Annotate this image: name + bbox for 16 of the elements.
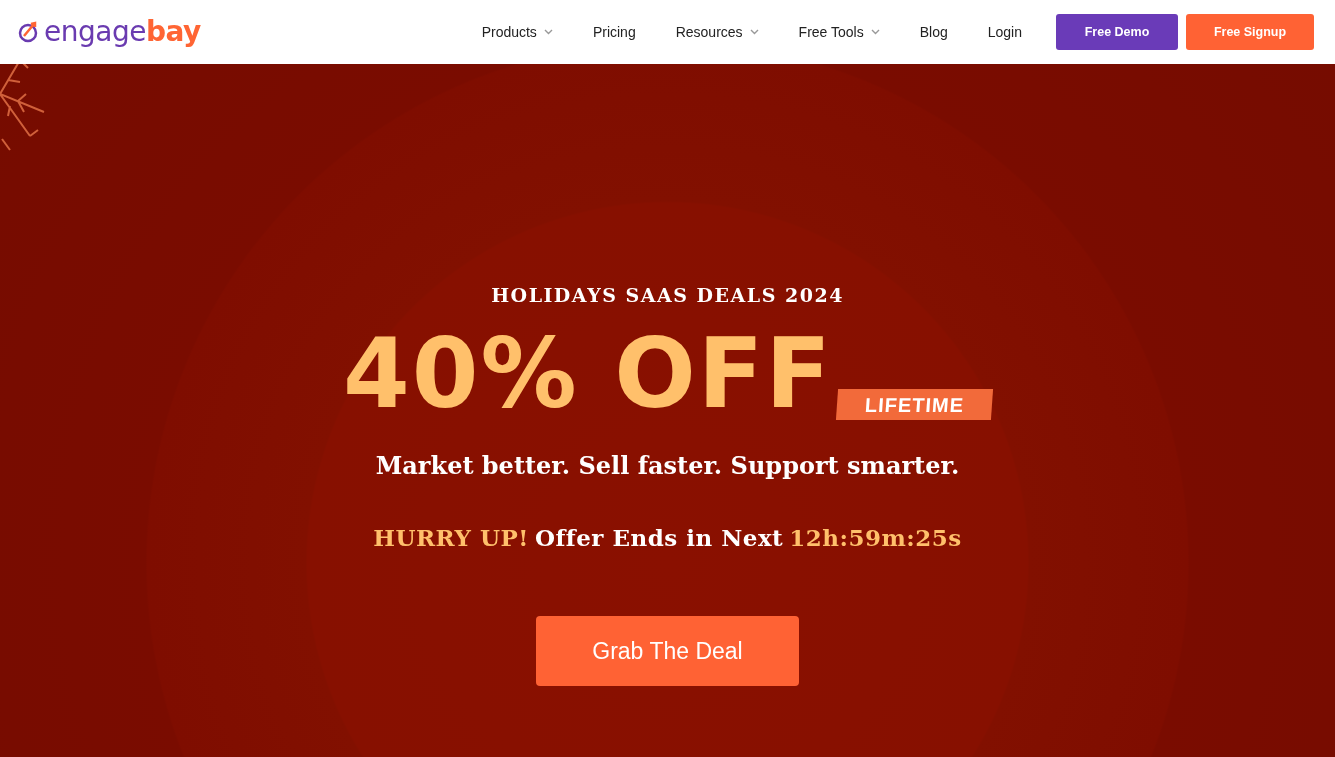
demo-button[interactable]: Free Demo [1056, 14, 1178, 50]
nav-link[interactable]: Free Tools [798, 21, 880, 43]
nav-link[interactable]: Login [987, 21, 1022, 43]
tagline: Market better. Sell faster. Support smarter. [375, 449, 960, 482]
countdown-timer: 12h:59m:25s [789, 522, 962, 553]
offer-text: Offer Ends in Next [534, 522, 784, 553]
lifetime-tag: LIFETIME [835, 388, 994, 420]
discount-headline: 40% OFF [342, 325, 833, 422]
nav-link[interactable]: Pricing [592, 21, 636, 43]
promo-eyebrow: HOLIDAYS SAAS DEALS 2024 [491, 283, 844, 308]
nav-link[interactable]: Resources [675, 21, 759, 43]
nav-link[interactable]: Blog [919, 21, 948, 43]
nav-link[interactable]: Products [481, 21, 553, 43]
hurry-label: HURRY UP! [373, 522, 529, 553]
logo-icon [18, 20, 40, 44]
logo-wordmark[interactable]: engagebay [44, 18, 201, 46]
